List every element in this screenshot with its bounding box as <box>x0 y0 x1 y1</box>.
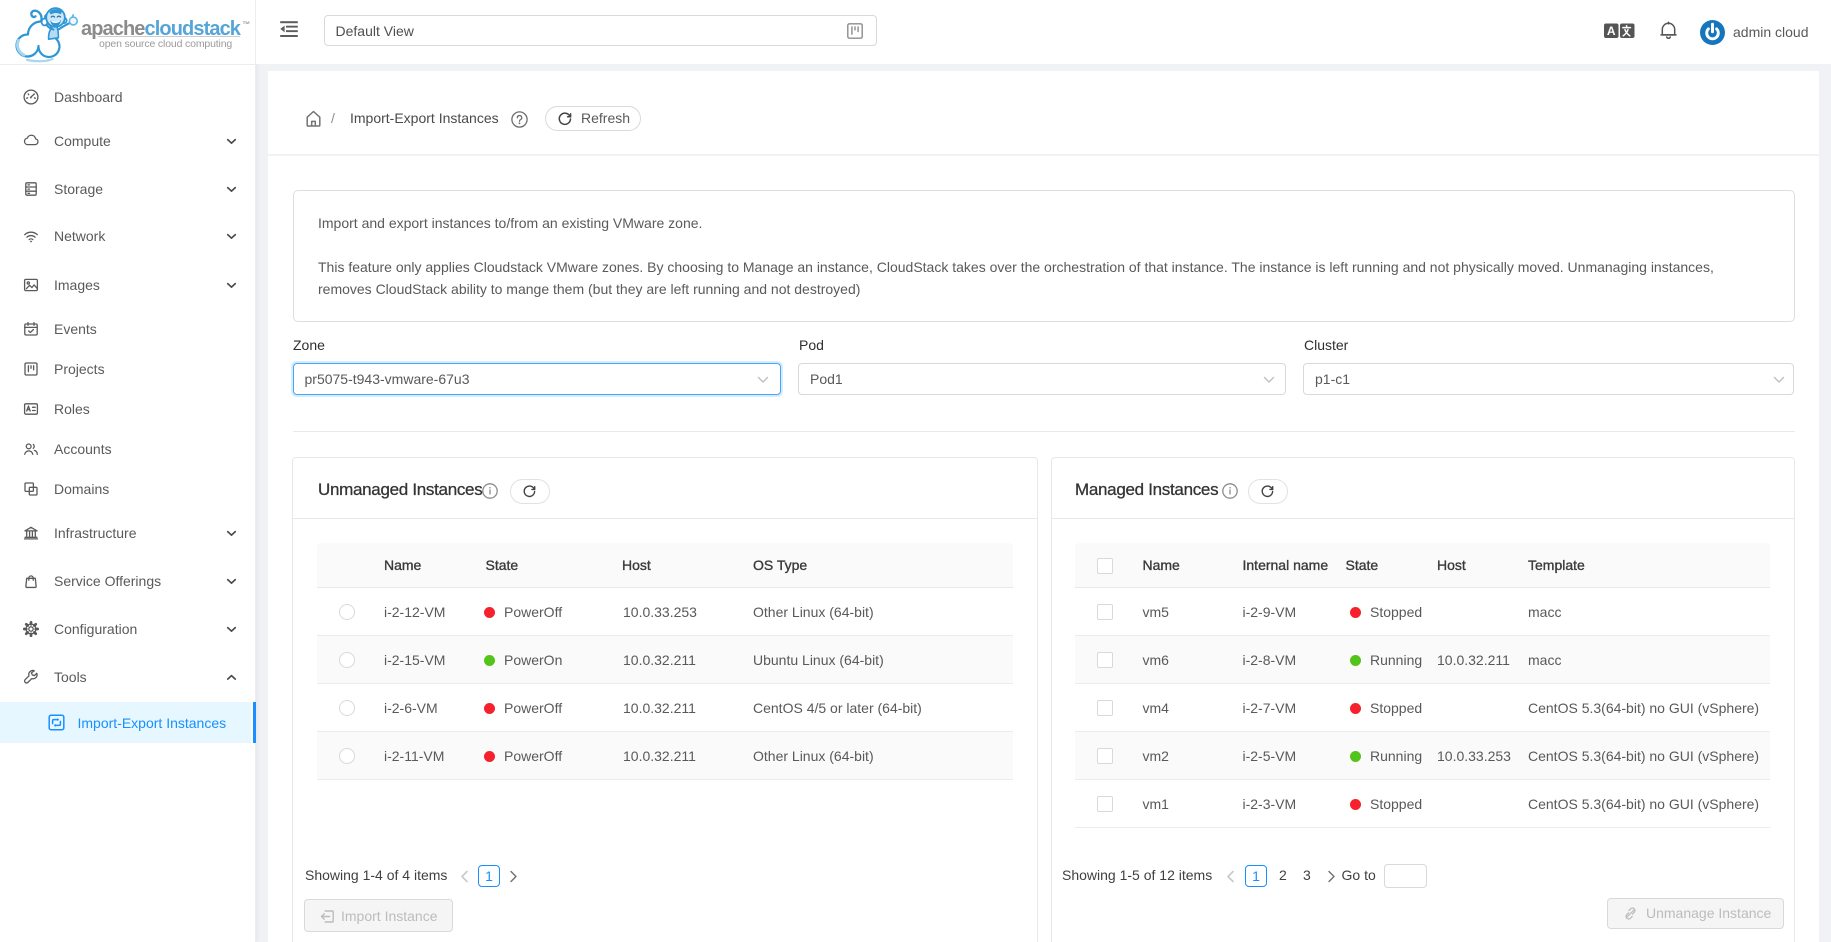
svg-text:A: A <box>1607 24 1616 38</box>
